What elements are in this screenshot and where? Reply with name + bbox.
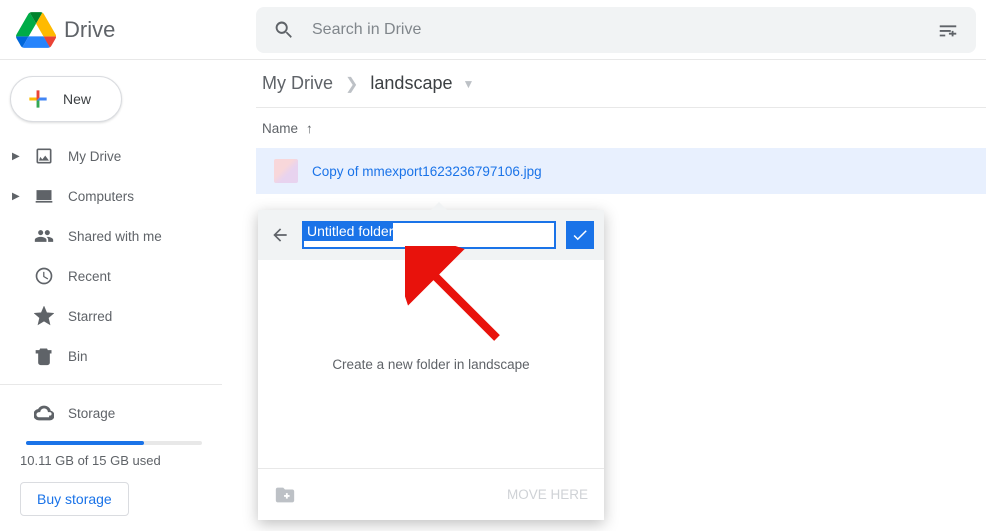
- create-folder-icon[interactable]: [274, 485, 298, 505]
- sidebar-label: Computers: [68, 189, 134, 204]
- storage-usage: 10.11 GB of 15 GB used: [20, 453, 232, 468]
- sidebar-label: Recent: [68, 269, 111, 284]
- drive-logo-icon: [16, 10, 56, 50]
- move-here-button: MOVE HERE: [507, 487, 588, 502]
- storage-bar: [26, 441, 202, 445]
- product-name: Drive: [64, 17, 115, 43]
- check-icon: [571, 226, 589, 244]
- chevron-down-icon[interactable]: ▼: [458, 77, 474, 91]
- file-name: Copy of mmexport1623236797106.jpg: [312, 164, 542, 179]
- bin-icon: [32, 346, 56, 366]
- storage-label: Storage: [68, 406, 115, 421]
- search-bar[interactable]: [256, 7, 976, 53]
- buy-storage-button[interactable]: Buy storage: [20, 482, 129, 516]
- logo-area[interactable]: Drive: [0, 10, 256, 50]
- recent-icon: [32, 266, 56, 286]
- search-icon[interactable]: [264, 10, 304, 50]
- sidebar-label: Shared with me: [68, 229, 162, 244]
- sidebar-item-starred[interactable]: Starred: [0, 296, 232, 336]
- search-input[interactable]: [304, 21, 928, 39]
- new-folder-dialog: Untitled folder Create a new folder in l…: [258, 210, 604, 520]
- computers-icon: [32, 186, 56, 206]
- file-thumbnail: [274, 159, 298, 183]
- my-drive-icon: [32, 146, 56, 166]
- star-icon: [32, 306, 56, 326]
- sidebar-item-storage[interactable]: Storage: [0, 393, 232, 433]
- new-label: New: [63, 91, 91, 107]
- sidebar-label: Starred: [68, 309, 112, 324]
- dialog-back-button[interactable]: [268, 223, 292, 247]
- file-row[interactable]: Copy of mmexport1623236797106.jpg: [256, 148, 986, 194]
- sidebar-item-computers[interactable]: ▶ Computers: [0, 176, 232, 216]
- sidebar-label: My Drive: [68, 149, 121, 164]
- chevron-right-icon: ❯: [339, 74, 364, 94]
- sidebar-item-recent[interactable]: Recent: [0, 256, 232, 296]
- sidebar-label: Bin: [68, 349, 88, 364]
- breadcrumb-root[interactable]: My Drive: [262, 73, 333, 94]
- shared-icon: [32, 226, 56, 246]
- sort-asc-icon[interactable]: ↑: [306, 121, 313, 136]
- sidebar: New ▶ My Drive ▶ Computers Shared with m…: [0, 60, 232, 531]
- breadcrumb-current[interactable]: landscape: [370, 73, 452, 94]
- column-header[interactable]: Name ↑: [256, 108, 986, 148]
- expand-icon[interactable]: ▶: [12, 151, 20, 162]
- sidebar-item-shared[interactable]: Shared with me: [0, 216, 232, 256]
- sidebar-item-my-drive[interactable]: ▶ My Drive: [0, 136, 232, 176]
- sidebar-item-bin[interactable]: Bin: [0, 336, 232, 376]
- confirm-button[interactable]: [566, 221, 594, 249]
- plus-icon: [25, 86, 51, 112]
- breadcrumb: My Drive ❯ landscape ▼: [256, 60, 986, 108]
- dialog-message: Create a new folder in landscape: [258, 260, 604, 468]
- new-button[interactable]: New: [10, 76, 122, 122]
- search-options-icon[interactable]: [928, 10, 968, 50]
- folder-name-input[interactable]: Untitled folder: [302, 221, 556, 249]
- expand-icon[interactable]: ▶: [12, 191, 20, 202]
- column-name-label: Name: [262, 121, 298, 136]
- cloud-icon: [32, 403, 56, 423]
- arrow-left-icon: [270, 225, 290, 245]
